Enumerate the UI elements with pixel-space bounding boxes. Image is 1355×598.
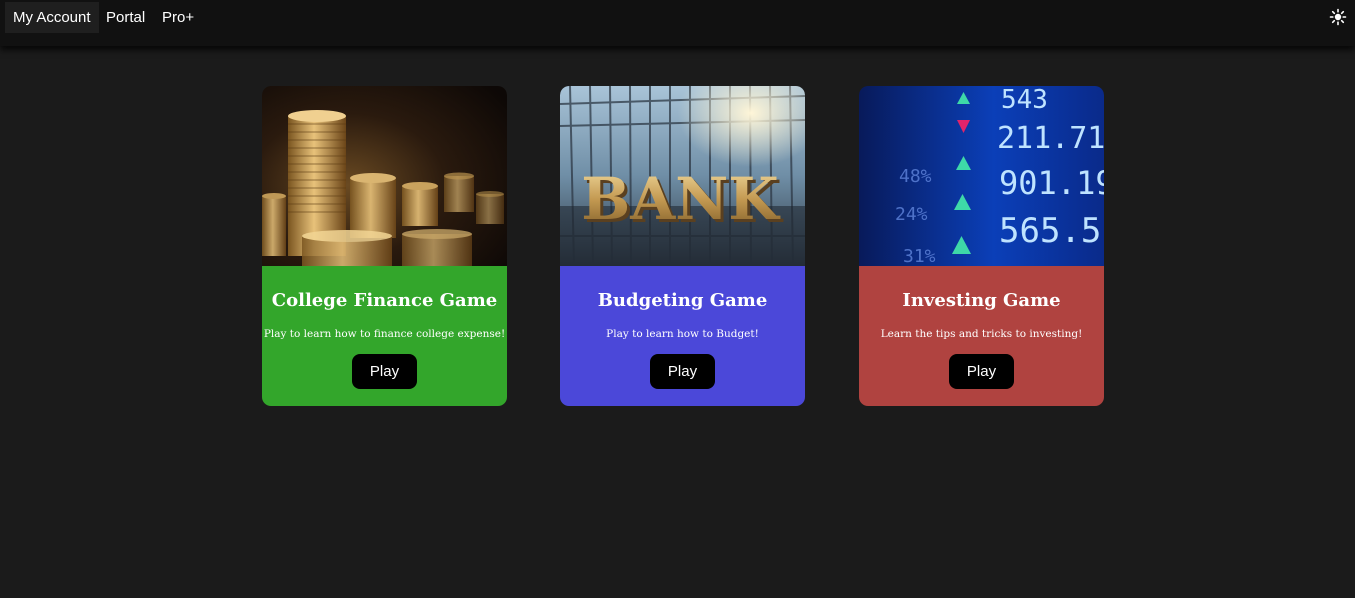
play-button[interactable]: Play	[352, 354, 417, 389]
game-card-budgeting: BANK BANK Budgeting Game Play to learn h…	[560, 86, 805, 406]
ticker-value: 565.5	[999, 211, 1101, 251]
nav-pro-plus[interactable]: Pro+	[162, 2, 194, 33]
card-description: Play to learn how to Budget!	[606, 328, 759, 340]
game-card-investing: 543 211.71 901.19 565.5 48% 24% 31% Inve…	[859, 86, 1104, 406]
card-body: Investing Game Learn the tips and tricks…	[859, 266, 1104, 406]
play-button[interactable]: Play	[650, 354, 715, 389]
card-title: Budgeting Game	[597, 290, 768, 311]
play-button[interactable]: Play	[949, 354, 1014, 389]
bank-building-image: BANK BANK	[560, 86, 805, 266]
game-card-college-finance: College Finance Game Play to learn how t…	[262, 86, 507, 406]
card-title: Investing Game	[902, 290, 1061, 311]
ticker-percent: 24%	[895, 204, 928, 225]
nav-portal[interactable]: Portal	[106, 2, 145, 33]
ticker-percent: 31%	[903, 246, 936, 266]
ticker-value: 211.71	[997, 121, 1104, 156]
coin-stacks-image	[262, 86, 507, 266]
card-description: Play to learn how to finance college exp…	[263, 328, 506, 340]
top-navigation-bar: My Account Portal Pro+	[0, 0, 1355, 46]
card-description: Learn the tips and tricks to investing!	[880, 328, 1083, 340]
card-body: Budgeting Game Play to learn how to Budg…	[560, 266, 805, 406]
ticker-value: 543	[1001, 86, 1048, 115]
ticker-percent: 48%	[899, 166, 932, 187]
nav-my-account[interactable]: My Account	[5, 2, 99, 33]
stock-ticker-image: 543 211.71 901.19 565.5 48% 24% 31%	[859, 86, 1104, 266]
sun-icon[interactable]	[1329, 8, 1347, 26]
card-title: College Finance Game	[271, 290, 498, 311]
bank-sign-text: BANK	[581, 165, 781, 233]
card-body: College Finance Game Play to learn how t…	[262, 266, 507, 406]
ticker-value: 901.19	[999, 164, 1104, 202]
